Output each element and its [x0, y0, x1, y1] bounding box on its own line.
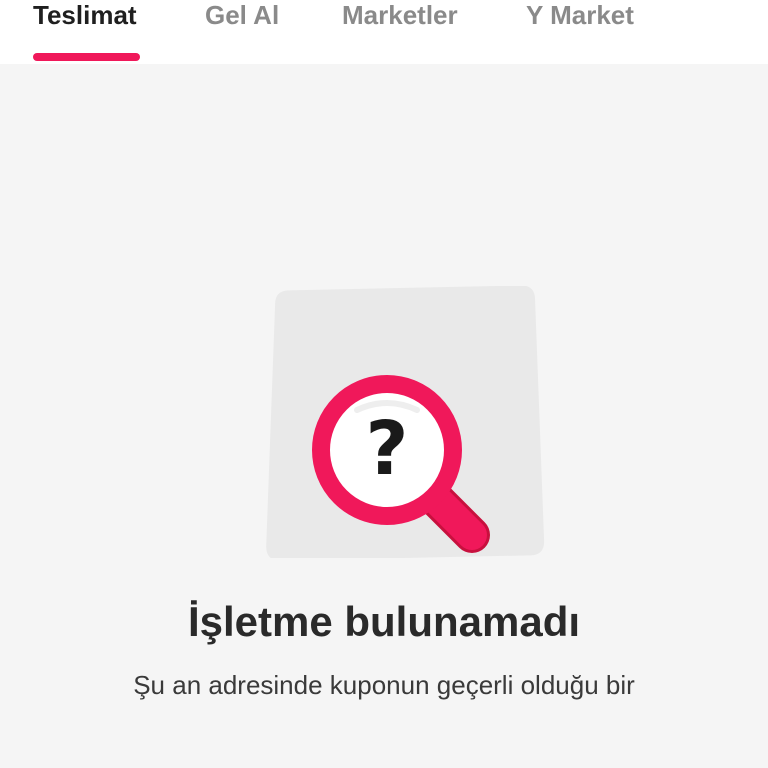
- active-tab-indicator: [33, 53, 140, 61]
- tab-bar: Teslimat Gel Al Marketler Y Market: [0, 0, 768, 64]
- tab-label: Marketler: [342, 0, 458, 30]
- tab-y-market[interactable]: Y Market: [526, 0, 634, 64]
- empty-state-description: Şu an adresinde kuponun geçerli olduğu b…: [133, 670, 635, 700]
- magnifier-question-icon: ?: [266, 286, 545, 558]
- tab-label: Teslimat: [33, 0, 137, 30]
- tab-label: Y Market: [526, 0, 634, 30]
- svg-text:?: ?: [366, 406, 409, 492]
- tab-label: Gel Al: [205, 0, 280, 30]
- tab-marketler[interactable]: Marketler: [342, 0, 458, 64]
- empty-state-title: İşletme bulunamadı: [187, 598, 581, 645]
- tab-gel-al[interactable]: Gel Al: [205, 0, 279, 64]
- tab-teslimat[interactable]: Teslimat: [33, 0, 140, 64]
